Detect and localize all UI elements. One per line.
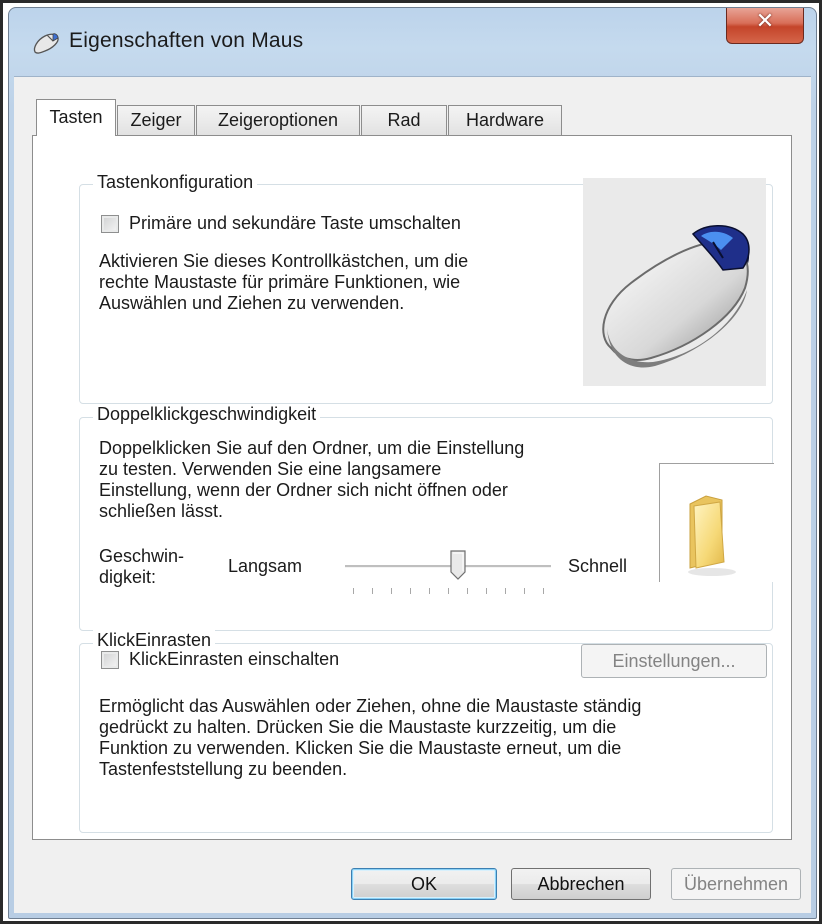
- switch-buttons-label[interactable]: Primäre und sekundäre Taste umschalten: [129, 213, 461, 234]
- tab-rad[interactable]: Rad: [361, 105, 447, 135]
- double-click-speed-slider[interactable]: [345, 548, 551, 598]
- slider-tick: [353, 588, 354, 594]
- slider-tick: [410, 588, 411, 594]
- click-lock-label: KlickEinrasten: [93, 630, 216, 651]
- mouse-icon: [33, 33, 59, 54]
- double-click-description-line-2: zu testen. Verwenden Sie eine langsamere: [99, 459, 442, 479]
- slider-tick: [429, 588, 430, 594]
- speed-label-line-2: digkeit:: [99, 567, 157, 587]
- click-lock-checkbox-label[interactable]: KlickEinrasten einschalten: [129, 649, 339, 670]
- slider-track: [345, 565, 551, 568]
- slow-label: Langsam: [228, 556, 303, 576]
- click-lock-checkbox[interactable]: [101, 651, 119, 669]
- close-button[interactable]: ✕: [726, 8, 804, 44]
- tab-tasten[interactable]: Tasten: [36, 99, 116, 136]
- slider-thumb[interactable]: [450, 550, 466, 580]
- double-click-speed-label: Doppelklickgeschwindigkeit: [93, 404, 321, 425]
- button-config-description-line-3: Auswählen und Ziehen zu verwenden.: [99, 293, 405, 313]
- slider-tick: [372, 588, 373, 594]
- tab-zeiger[interactable]: Zeiger: [117, 105, 195, 135]
- cancel-button[interactable]: Abbrechen: [511, 868, 651, 900]
- slider-tick: [448, 588, 449, 594]
- button-config-description-line-1: Aktivieren Sie dieses Kontrollkästchen, …: [99, 251, 469, 271]
- click-lock-settings-button[interactable]: Einstellungen...: [581, 644, 767, 678]
- button-configuration-label: Tastenkonfiguration: [93, 172, 258, 193]
- double-click-description-line-3: Einstellung, wenn der Ordner sich nicht …: [99, 480, 508, 500]
- mouse-properties-window: Eigenschaften von Maus ✕ Tasten Zeiger Z…: [8, 7, 817, 919]
- fast-label: Schnell: [568, 556, 628, 576]
- screenshot-frame: Eigenschaften von Maus ✕ Tasten Zeiger Z…: [0, 0, 822, 924]
- tab-hardware[interactable]: Hardware: [448, 105, 562, 135]
- tab-panel-tasten: Tastenkonfiguration Primäre und sekundär…: [32, 135, 792, 840]
- switch-buttons-checkbox[interactable]: [101, 215, 119, 233]
- double-click-description-line-4: schließen lässt.: [99, 501, 224, 521]
- slider-tick: [524, 588, 525, 594]
- slider-tick: [505, 588, 506, 594]
- click-lock-description-line-1: Ermöglicht das Auswählen oder Ziehen, oh…: [99, 696, 642, 716]
- folder-icon[interactable]: [660, 464, 774, 582]
- close-icon: ✕: [755, 8, 775, 33]
- slider-tick: [543, 588, 544, 594]
- ok-button[interactable]: OK: [351, 868, 497, 900]
- double-click-description-line-1: Doppelklicken Sie auf den Ordner, um die…: [99, 438, 525, 458]
- speed-label-line-1: Geschwin-: [99, 546, 185, 566]
- slider-tick: [391, 588, 392, 594]
- dialog-client-area: Tasten Zeiger Zeigeroptionen Rad Hardwar…: [14, 76, 811, 913]
- slider-tick: [486, 588, 487, 594]
- tab-zeigeroptionen[interactable]: Zeigeroptionen: [196, 105, 360, 135]
- click-lock-description-line-3: Funktion zu verwenden. Klicken Sie die M…: [99, 738, 622, 758]
- slider-tick: [467, 588, 468, 594]
- mouse-preview: [583, 178, 766, 386]
- test-folder-area[interactable]: [659, 463, 774, 582]
- window-title: Eigenschaften von Maus: [69, 29, 304, 52]
- click-lock-description-line-2: gedrückt zu halten. Drücken Sie die Maus…: [99, 717, 617, 737]
- title-bar[interactable]: Eigenschaften von Maus ✕: [9, 8, 816, 76]
- apply-button[interactable]: Übernehmen: [671, 868, 801, 900]
- click-lock-description-line-4: Tastenfeststellung zu beenden.: [99, 759, 348, 779]
- button-config-description-line-2: rechte Maustaste für primäre Funktionen,…: [99, 272, 461, 292]
- mouse-icon: [602, 225, 750, 368]
